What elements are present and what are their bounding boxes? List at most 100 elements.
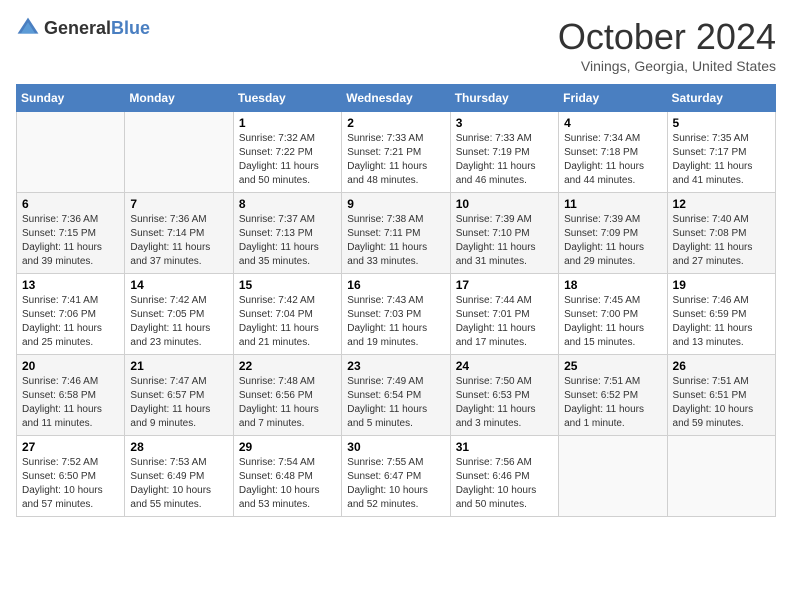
calendar-week-row: 1 Sunrise: 7:32 AMSunset: 7:22 PMDaylight…: [17, 112, 776, 193]
day-info: Sunrise: 7:51 AMSunset: 6:51 PMDaylight:…: [673, 375, 770, 431]
day-of-week-header: Sunday: [17, 85, 125, 112]
day-info: Sunrise: 7:50 AMSunset: 6:53 PMDaylight:…: [456, 375, 553, 431]
calendar-cell: 10 Sunrise: 7:39 AMSunset: 7:10 PMDayligh…: [450, 193, 558, 274]
calendar-cell: [667, 436, 775, 517]
day-info: Sunrise: 7:51 AMSunset: 6:52 PMDaylight:…: [564, 375, 661, 431]
day-number: 23: [347, 359, 444, 373]
calendar-cell: 23Sunrise: 7:49 AMSunset: 6:54 PMDayligh…: [342, 355, 450, 436]
day-info: Sunrise: 7:52 AMSunset: 6:50 PMDaylight:…: [22, 456, 119, 512]
day-number: 10: [456, 197, 553, 211]
logo: GeneralBlue: [16, 16, 150, 40]
calendar-cell: 9Sunrise: 7:38 AMSunset: 7:11 PMDaylight…: [342, 193, 450, 274]
calendar-cell: 4 Sunrise: 7:34 AMSunset: 7:18 PMDaylight…: [559, 112, 667, 193]
day-info: Sunrise: 7:44 AMSunset: 7:01 PMDaylight:…: [456, 294, 553, 350]
day-info: Sunrise: 7:33 AMSunset: 7:19 PMDaylight:…: [456, 132, 553, 188]
calendar-cell: 25 Sunrise: 7:51 AMSunset: 6:52 PMDayligh…: [559, 355, 667, 436]
calendar-cell: 6 Sunrise: 7:36 AMSunset: 7:15 PMDaylight…: [17, 193, 125, 274]
day-info: Sunrise: 7:46 AMSunset: 6:58 PMDaylight:…: [22, 375, 119, 431]
calendar-cell: 20Sunrise: 7:46 AMSunset: 6:58 PMDayligh…: [17, 355, 125, 436]
month-title: October 2024: [558, 16, 776, 58]
day-info: Sunrise: 7:39 AMSunset: 7:09 PMDaylight:…: [564, 213, 661, 269]
calendar-cell: 21 Sunrise: 7:47 AMSunset: 6:57 PMDayligh…: [125, 355, 233, 436]
day-of-week-header: Friday: [559, 85, 667, 112]
day-number: 19: [673, 278, 770, 292]
calendar-cell: 11 Sunrise: 7:39 AMSunset: 7:09 PMDayligh…: [559, 193, 667, 274]
day-info: Sunrise: 7:35 AMSunset: 7:17 PMDaylight:…: [673, 132, 770, 188]
day-info: Sunrise: 7:43 AMSunset: 7:03 PMDaylight:…: [347, 294, 444, 350]
calendar-cell: 27 Sunrise: 7:52 AMSunset: 6:50 PMDayligh…: [17, 436, 125, 517]
header-row: SundayMondayTuesdayWednesdayThursdayFrid…: [17, 85, 776, 112]
day-info: Sunrise: 7:32 AMSunset: 7:22 PMDaylight:…: [239, 132, 336, 188]
day-info: Sunrise: 7:41 AMSunset: 7:06 PMDaylight:…: [22, 294, 119, 350]
day-number: 21: [130, 359, 227, 373]
logo-blue-text: Blue: [111, 18, 150, 38]
day-info: Sunrise: 7:33 AMSunset: 7:21 PMDaylight:…: [347, 132, 444, 188]
day-number: 4: [564, 116, 661, 130]
calendar-cell: 1 Sunrise: 7:32 AMSunset: 7:22 PMDaylight…: [233, 112, 341, 193]
page-header: GeneralBlue October 2024 Vinings, Georgi…: [16, 16, 776, 74]
day-info: Sunrise: 7:55 AMSunset: 6:47 PMDaylight:…: [347, 456, 444, 512]
day-info: Sunrise: 7:46 AMSunset: 6:59 PMDaylight:…: [673, 294, 770, 350]
day-info: Sunrise: 7:36 AMSunset: 7:15 PMDaylight:…: [22, 213, 119, 269]
day-number: 13: [22, 278, 119, 292]
calendar-cell: 3 Sunrise: 7:33 AMSunset: 7:19 PMDaylight…: [450, 112, 558, 193]
calendar-week-row: 13 Sunrise: 7:41 AMSunset: 7:06 PMDayligh…: [17, 274, 776, 355]
day-number: 2: [347, 116, 444, 130]
day-info: Sunrise: 7:39 AMSunset: 7:10 PMDaylight:…: [456, 213, 553, 269]
day-info: Sunrise: 7:40 AMSunset: 7:08 PMDaylight:…: [673, 213, 770, 269]
calendar-cell: 26 Sunrise: 7:51 AMSunset: 6:51 PMDayligh…: [667, 355, 775, 436]
day-number: 7: [130, 197, 227, 211]
calendar-cell: 30 Sunrise: 7:55 AMSunset: 6:47 PMDayligh…: [342, 436, 450, 517]
day-info: Sunrise: 7:47 AMSunset: 6:57 PMDaylight:…: [130, 375, 227, 431]
calendar-cell: [17, 112, 125, 193]
day-info: Sunrise: 7:53 AMSunset: 6:49 PMDaylight:…: [130, 456, 227, 512]
day-number: 28: [130, 440, 227, 454]
location-label: Vinings, Georgia, United States: [558, 58, 776, 74]
day-number: 9: [347, 197, 444, 211]
day-number: 30: [347, 440, 444, 454]
day-info: Sunrise: 7:42 AMSunset: 7:05 PMDaylight:…: [130, 294, 227, 350]
day-number: 6: [22, 197, 119, 211]
calendar-cell: [125, 112, 233, 193]
day-number: 3: [456, 116, 553, 130]
calendar-cell: 12 Sunrise: 7:40 AMSunset: 7:08 PMDayligh…: [667, 193, 775, 274]
day-number: 25: [564, 359, 661, 373]
calendar-cell: 16 Sunrise: 7:43 AMSunset: 7:03 PMDayligh…: [342, 274, 450, 355]
day-of-week-header: Monday: [125, 85, 233, 112]
calendar-cell: 15Sunrise: 7:42 AMSunset: 7:04 PMDayligh…: [233, 274, 341, 355]
calendar-cell: 14Sunrise: 7:42 AMSunset: 7:05 PMDayligh…: [125, 274, 233, 355]
day-of-week-header: Saturday: [667, 85, 775, 112]
calendar-week-row: 6 Sunrise: 7:36 AMSunset: 7:15 PMDaylight…: [17, 193, 776, 274]
day-info: Sunrise: 7:34 AMSunset: 7:18 PMDaylight:…: [564, 132, 661, 188]
calendar-cell: 7Sunrise: 7:36 AMSunset: 7:14 PMDaylight…: [125, 193, 233, 274]
calendar-body: 1 Sunrise: 7:32 AMSunset: 7:22 PMDaylight…: [17, 112, 776, 517]
day-number: 11: [564, 197, 661, 211]
calendar-week-row: 27 Sunrise: 7:52 AMSunset: 6:50 PMDayligh…: [17, 436, 776, 517]
day-of-week-header: Wednesday: [342, 85, 450, 112]
day-number: 15: [239, 278, 336, 292]
day-number: 27: [22, 440, 119, 454]
calendar-cell: 5Sunrise: 7:35 AMSunset: 7:17 PMDaylight…: [667, 112, 775, 193]
day-info: Sunrise: 7:54 AMSunset: 6:48 PMDaylight:…: [239, 456, 336, 512]
calendar-table: SundayMondayTuesdayWednesdayThursdayFrid…: [16, 84, 776, 517]
calendar-cell: [559, 436, 667, 517]
calendar-cell: 2 Sunrise: 7:33 AMSunset: 7:21 PMDaylight…: [342, 112, 450, 193]
calendar-cell: 22 Sunrise: 7:48 AMSunset: 6:56 PMDayligh…: [233, 355, 341, 436]
day-info: Sunrise: 7:48 AMSunset: 6:56 PMDaylight:…: [239, 375, 336, 431]
day-number: 12: [673, 197, 770, 211]
day-number: 8: [239, 197, 336, 211]
day-number: 16: [347, 278, 444, 292]
calendar-week-row: 20Sunrise: 7:46 AMSunset: 6:58 PMDayligh…: [17, 355, 776, 436]
day-of-week-header: Thursday: [450, 85, 558, 112]
logo-icon: [16, 16, 40, 40]
day-number: 29: [239, 440, 336, 454]
day-number: 1: [239, 116, 336, 130]
calendar-cell: 31Sunrise: 7:56 AMSunset: 6:46 PMDayligh…: [450, 436, 558, 517]
day-number: 18: [564, 278, 661, 292]
day-number: 22: [239, 359, 336, 373]
day-of-week-header: Tuesday: [233, 85, 341, 112]
day-number: 26: [673, 359, 770, 373]
calendar-cell: 17Sunrise: 7:44 AMSunset: 7:01 PMDayligh…: [450, 274, 558, 355]
calendar-cell: 13 Sunrise: 7:41 AMSunset: 7:06 PMDayligh…: [17, 274, 125, 355]
day-info: Sunrise: 7:37 AMSunset: 7:13 PMDaylight:…: [239, 213, 336, 269]
